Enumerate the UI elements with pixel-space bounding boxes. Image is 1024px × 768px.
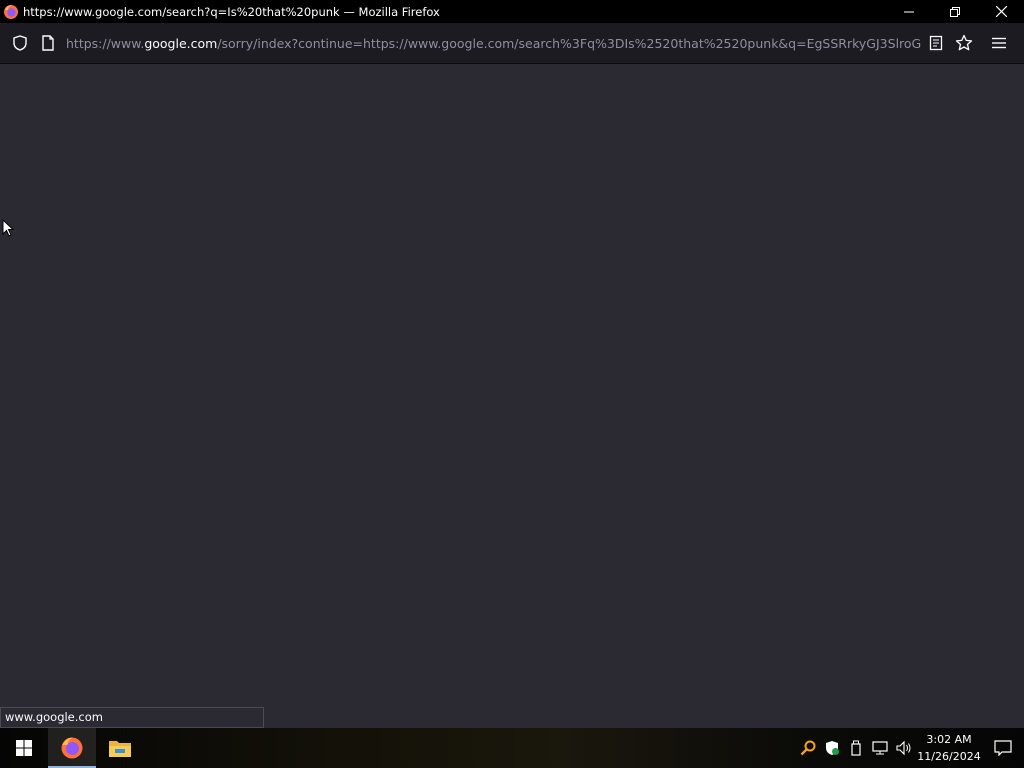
tray-clock[interactable]: 3:02 AM 11/26/2024 — [916, 731, 982, 765]
clock-time: 3:02 AM — [926, 733, 972, 746]
volume-tray-button[interactable] — [892, 728, 916, 768]
security-tray-button[interactable] — [820, 728, 844, 768]
url-bar[interactable]: https://www.google.com/sorry/index?conti… — [6, 27, 978, 59]
start-button[interactable] — [0, 728, 48, 768]
star-icon — [955, 34, 973, 51]
taskbar-firefox-button[interactable] — [48, 728, 96, 768]
network-icon — [872, 741, 888, 755]
network-tray-button[interactable] — [868, 728, 892, 768]
action-center-button[interactable] — [982, 728, 1024, 768]
usb-tray-button[interactable] — [844, 728, 868, 768]
minimize-button[interactable] — [886, 0, 932, 23]
reader-view-button[interactable] — [922, 27, 950, 59]
tracking-protection-button[interactable] — [6, 27, 34, 59]
link-status-panel: www.google.com — [0, 707, 264, 728]
windows-logo-icon — [16, 740, 32, 756]
clock-date: 11/26/2024 — [917, 750, 981, 763]
minimize-icon — [904, 11, 914, 12]
system-tray: 3:02 AM 11/26/2024 — [796, 728, 1024, 768]
magnifier-icon — [800, 740, 816, 756]
firefox-icon — [61, 737, 83, 759]
site-info-button[interactable] — [34, 27, 62, 59]
window-titlebar: https://www.google.com/search?q=Is%20tha… — [0, 0, 1024, 23]
taskbar-file-explorer-button[interactable] — [96, 728, 144, 768]
speaker-icon — [896, 740, 911, 756]
windows-taskbar: 3:02 AM 11/26/2024 — [0, 728, 1024, 768]
window-title: https://www.google.com/search?q=Is%20tha… — [23, 4, 440, 19]
folder-icon — [109, 741, 131, 757]
close-button[interactable] — [978, 0, 1024, 23]
hamburger-menu-icon — [992, 37, 1006, 49]
reader-view-icon — [929, 35, 943, 51]
url-suffix: /sorry/index?continue=https://www.google… — [217, 35, 922, 51]
notification-icon — [994, 740, 1012, 756]
usb-drive-icon — [851, 740, 861, 756]
url-host: google.com — [144, 35, 218, 51]
close-icon — [995, 6, 1007, 17]
restore-button[interactable] — [932, 0, 978, 23]
shield-icon — [13, 35, 27, 51]
defender-shield-icon — [826, 741, 839, 755]
navigation-toolbar: https://www.google.com/sorry/index?conti… — [0, 23, 1024, 63]
restore-icon — [950, 6, 960, 17]
mouse-cursor-icon — [2, 219, 14, 237]
page-icon — [42, 35, 54, 51]
search-tray-button[interactable] — [796, 728, 820, 768]
bookmark-button[interactable] — [950, 27, 978, 59]
url-prefix: https://www. — [66, 35, 145, 51]
firefox-icon — [4, 4, 18, 19]
url-text[interactable]: https://www.google.com/sorry/index?conti… — [62, 36, 922, 51]
app-menu-button[interactable] — [984, 27, 1014, 59]
page-content[interactable] — [0, 63, 1024, 728]
